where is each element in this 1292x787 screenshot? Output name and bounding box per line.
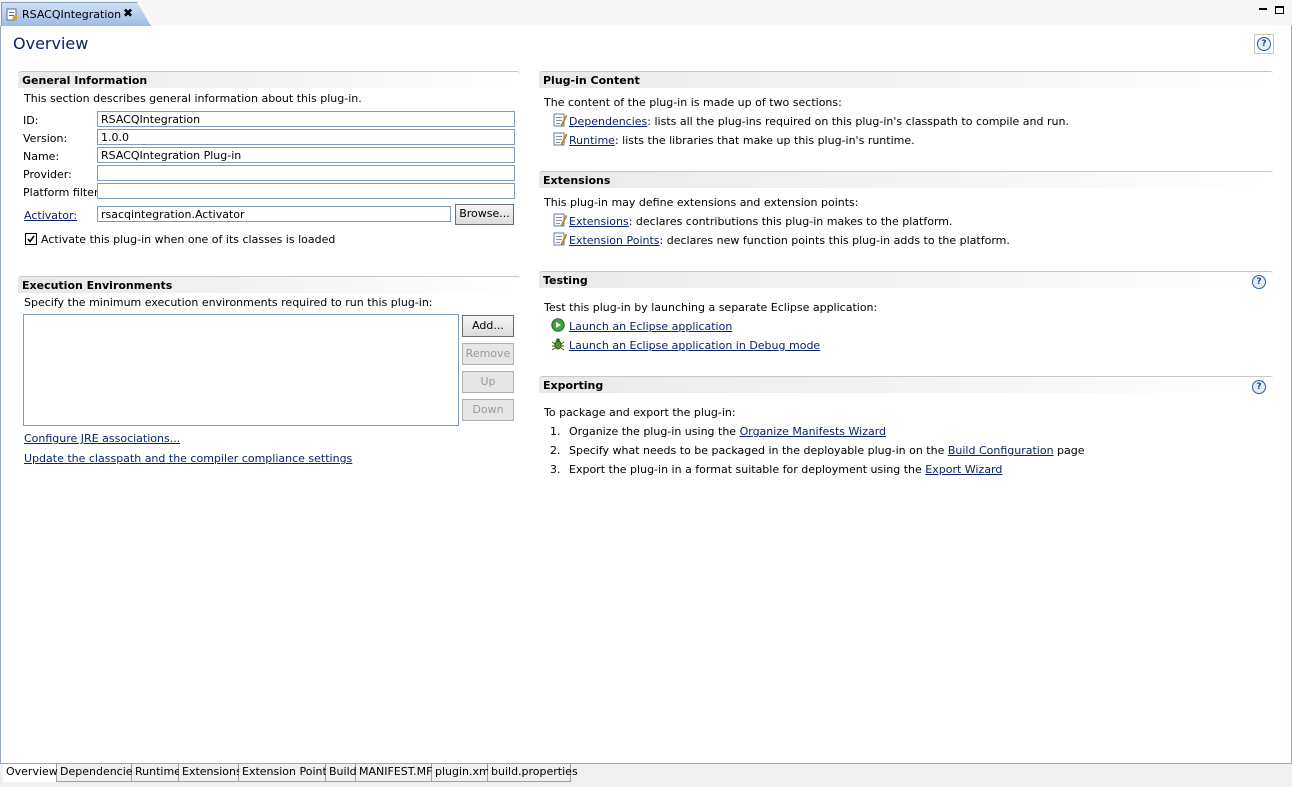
version-field[interactable]: 1.0.0 xyxy=(97,129,515,145)
close-icon[interactable]: ✖ xyxy=(123,6,133,20)
remove-button[interactable]: Remove xyxy=(462,343,514,365)
tab-dependencies[interactable]: Dependencies xyxy=(57,764,138,782)
organize-manifests-link[interactable]: Organize Manifests Wizard xyxy=(740,425,886,438)
extensions-link[interactable]: Extensions xyxy=(569,215,629,228)
page-help-button[interactable]: ? xyxy=(1254,34,1274,54)
platform-filter-label: Platform filter: xyxy=(23,186,102,199)
edit-page-icon xyxy=(553,132,567,146)
edit-page-icon xyxy=(553,213,567,227)
down-button[interactable]: Down xyxy=(462,399,514,421)
edit-page-icon xyxy=(553,232,567,246)
plugin-content-description: The content of the plug-in is made up of… xyxy=(544,96,842,109)
execution-environments-list[interactable] xyxy=(23,314,459,426)
minimize-icon[interactable] xyxy=(1258,4,1268,14)
tab-extensions[interactable]: Extensions xyxy=(179,764,242,782)
export-step-text: Specify what needs to be packaged in the… xyxy=(569,444,948,457)
up-button[interactable]: Up xyxy=(462,371,514,393)
platform-filter-field[interactable] xyxy=(97,183,515,199)
tab-build-properties[interactable]: build.properties xyxy=(488,764,578,782)
export-step-1: Organize the plug-in using the Organize … xyxy=(569,425,886,438)
help-icon: ? xyxy=(1252,380,1266,394)
general-information-header[interactable]: General Information xyxy=(18,71,520,88)
provider-label: Provider: xyxy=(23,168,72,181)
page-title: Overview xyxy=(13,34,89,53)
build-configuration-link[interactable]: Build Configuration xyxy=(948,444,1054,457)
export-step-after: page xyxy=(1053,444,1085,457)
edit-page-icon xyxy=(553,113,567,127)
extensions-row-description: : declares contributions this plug-in ma… xyxy=(628,215,953,228)
exporting-header[interactable]: Exporting xyxy=(539,376,1273,393)
plugin-content-header[interactable]: Plug-in Content xyxy=(539,71,1273,88)
dependencies-description: : lists all the plug-ins required on thi… xyxy=(647,115,1069,128)
debug-bug-icon xyxy=(551,338,565,351)
dependencies-row: Dependencies: lists all the plug-ins req… xyxy=(569,115,1069,128)
activator-link[interactable]: Activator: xyxy=(24,209,77,222)
help-icon: ? xyxy=(1252,275,1266,289)
name-label: Name: xyxy=(23,150,60,163)
runtime-link[interactable]: Runtime xyxy=(569,134,615,147)
export-step-number: 3. xyxy=(550,463,561,476)
provider-field[interactable] xyxy=(97,165,515,181)
general-information-description: This section describes general informati… xyxy=(24,92,362,105)
extensions-row: Extensions: declares contributions this … xyxy=(569,215,953,228)
testing-header[interactable]: Testing xyxy=(539,271,1273,288)
tab-build[interactable]: Build xyxy=(326,764,357,782)
launch-debug-link[interactable]: Launch an Eclipse application in Debug m… xyxy=(569,339,820,352)
export-step-number: 2. xyxy=(550,444,561,457)
editor-page-tabs: Overview Dependencies Runtime Extensions… xyxy=(0,763,1292,787)
add-button[interactable]: Add... xyxy=(462,315,514,337)
testing-help-button[interactable]: ? xyxy=(1252,275,1268,291)
launch-eclipse-link[interactable]: Launch an Eclipse application xyxy=(569,320,732,333)
run-icon xyxy=(551,318,565,332)
extension-points-row: Extension Points: declares new function … xyxy=(569,234,1010,247)
help-icon: ? xyxy=(1257,37,1271,51)
tab-extension-points[interactable]: Extension Points xyxy=(239,764,333,782)
export-step-text: Organize the plug-in using the xyxy=(569,425,740,438)
runtime-row: Runtime: lists the libraries that make u… xyxy=(569,134,915,147)
tab-plugin-xml[interactable]: plugin.xml xyxy=(432,764,493,782)
activate-checkbox-label: Activate this plug-in when one of its cl… xyxy=(41,233,336,246)
maximize-icon[interactable] xyxy=(1275,6,1284,14)
export-step-3: Export the plug-in in a format suitable … xyxy=(569,463,1002,476)
editor-tab-rsacqintegration[interactable]: RSACQIntegration ✖ xyxy=(1,2,151,26)
tab-overview[interactable]: Overview xyxy=(3,764,58,782)
editor-tab-label: RSACQIntegration xyxy=(22,8,122,21)
id-label: ID: xyxy=(23,114,39,127)
editor-tab-strip: RSACQIntegration ✖ xyxy=(0,0,1292,27)
version-label: Version: xyxy=(23,132,68,145)
update-classpath-link[interactable]: Update the classpath and the compiler co… xyxy=(24,452,352,465)
execution-environments-description: Specify the minimum execution environmen… xyxy=(24,296,433,309)
exporting-description: To package and export the plug-in: xyxy=(544,406,736,419)
testing-description: Test this plug-in by launching a separat… xyxy=(544,301,878,314)
name-field[interactable]: RSACQIntegration Plug-in xyxy=(97,147,515,163)
exporting-help-button[interactable]: ? xyxy=(1252,380,1268,396)
activator-field[interactable]: rsacqintegration.Activator xyxy=(97,206,451,222)
runtime-description: : lists the libraries that make up this … xyxy=(614,134,915,147)
plugin-manifest-icon xyxy=(6,8,18,21)
configure-jre-link[interactable]: Configure JRE associations... xyxy=(24,432,180,445)
export-step-2: Specify what needs to be packaged in the… xyxy=(569,444,1085,457)
dependencies-link[interactable]: Dependencies xyxy=(569,115,647,128)
extension-points-description: : declares new function points this plug… xyxy=(659,234,1010,247)
id-field[interactable]: RSACQIntegration xyxy=(97,111,515,127)
execution-environments-header[interactable]: Execution Environments xyxy=(18,276,520,293)
extensions-description: This plug-in may define extensions and e… xyxy=(544,196,859,209)
tab-runtime[interactable]: Runtime xyxy=(132,764,181,782)
extension-points-link[interactable]: Extension Points xyxy=(569,234,660,247)
export-wizard-link[interactable]: Export Wizard xyxy=(925,463,1002,476)
checkmark-icon xyxy=(27,235,35,243)
export-step-text: Export the plug-in in a format suitable … xyxy=(569,463,926,476)
activate-checkbox[interactable] xyxy=(25,233,37,245)
extensions-header[interactable]: Extensions xyxy=(539,171,1273,188)
browse-button[interactable]: Browse... xyxy=(455,204,514,225)
tab-manifest-mf[interactable]: MANIFEST.MF xyxy=(356,764,432,782)
export-step-number: 1. xyxy=(550,425,561,438)
